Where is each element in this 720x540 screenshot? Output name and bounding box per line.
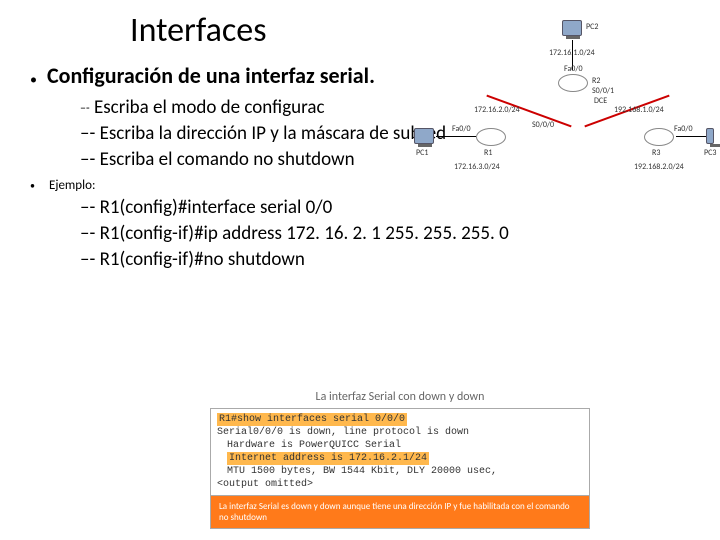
terminal-line: Hardware is PowerQUICC Serial: [217, 439, 583, 452]
terminal-output: R1#show interfaces serial 0/0/0 Serial0/…: [210, 408, 590, 496]
pc-label: PC1: [416, 148, 428, 158]
example-list: –- R1(config)#interface serial 0/0 –- R1…: [80, 195, 690, 272]
terminal-caption: La interfaz Serial con down y down: [210, 390, 590, 404]
terminal-capture: La interfaz Serial con down y down R1#sh…: [210, 390, 590, 529]
router-label: R2: [592, 76, 600, 86]
main-bullet-text: Configuración de una interfaz serial.: [47, 63, 375, 89]
ip-label: 172.16.2.0/24: [474, 105, 520, 115]
sub-item-text: Escriba la dirección IP y la máscara de …: [100, 122, 447, 145]
link-line: [436, 136, 476, 137]
example-text: R1(config-if)#ip address 172. 16. 2. 1 2…: [100, 222, 509, 245]
port-label: S0/0/1: [592, 86, 614, 96]
dce-label: DCE: [594, 96, 607, 106]
router-icon: [558, 74, 588, 92]
router-icon: [644, 128, 674, 146]
pc-icon: [706, 128, 714, 144]
ip-label: 192.168.1.0/24: [614, 105, 664, 115]
port-label: Fa0/0: [564, 64, 583, 74]
sub-item-text: Escriba el modo de configurac: [94, 96, 325, 119]
link-line: [676, 136, 706, 137]
terminal-command: R1#show interfaces serial 0/0/0: [217, 413, 407, 426]
port-label: S0/0/0: [532, 120, 554, 130]
pc-label: PC2: [586, 22, 598, 32]
pc-icon: [414, 128, 434, 144]
bullet-dot-icon: •: [30, 71, 37, 88]
network-topology-diagram: PC2 172.16.1.0/24 Fa0/0 R2 S0/0/1 DCE 17…: [414, 20, 714, 190]
example-text: R1(config)#interface serial 0/0: [100, 196, 333, 219]
terminal-line: <output omitted>: [217, 478, 583, 491]
sub-item-text: Escriba el comando no shutdown: [100, 148, 355, 171]
terminal-footer-note: La interfaz Serial es down y down aunque…: [210, 496, 590, 529]
router-icon: [476, 128, 506, 146]
terminal-line: Internet address is 172.16.2.1/24: [227, 452, 429, 465]
router-label: R1: [484, 148, 492, 158]
port-label: Fa0/0: [452, 124, 471, 134]
example-item: –- R1(config-if)#no shutdown: [80, 247, 690, 273]
ip-label: 192.168.2.0/24: [634, 162, 684, 172]
example-item: –- R1(config)#interface serial 0/0: [80, 195, 690, 221]
example-text: R1(config-if)#no shutdown: [100, 248, 305, 271]
example-item: –- R1(config-if)#ip address 172. 16. 2. …: [80, 221, 690, 247]
router-label: R3: [652, 148, 660, 158]
terminal-line: MTU 1500 bytes, BW 1544 Kbit, DLY 20000 …: [217, 465, 583, 478]
pc-icon: [562, 20, 582, 36]
port-label: Fa0/0: [674, 124, 693, 134]
pc-label: PC3: [704, 148, 716, 158]
bullet-dot-icon: •: [30, 179, 35, 192]
example-label: Ejemplo:: [49, 178, 95, 193]
ip-label: 172.16.3.0/24: [454, 162, 500, 172]
terminal-line: Serial0/0/0 is down, line protocol is do…: [217, 426, 583, 439]
